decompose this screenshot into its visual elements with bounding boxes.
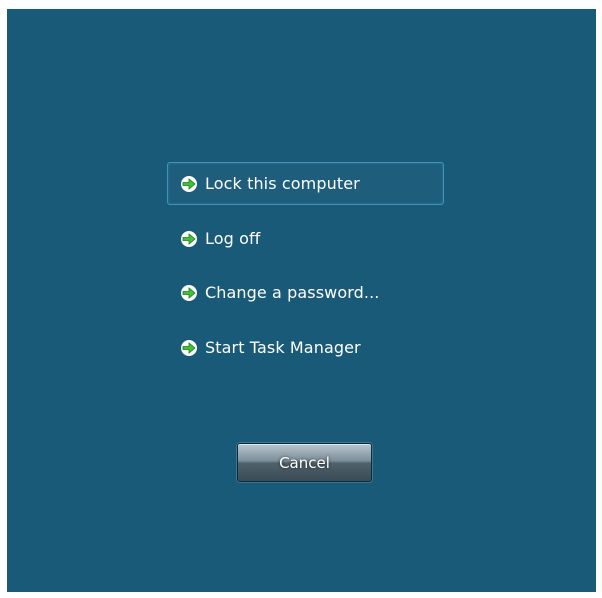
option-lock-this-computer[interactable]: Lock this computer	[167, 162, 444, 205]
option-label: Log off	[205, 229, 261, 248]
option-label: Change a password...	[205, 283, 380, 302]
green-arrow-icon	[180, 230, 198, 248]
green-arrow-icon	[180, 339, 198, 357]
option-label: Start Task Manager	[205, 338, 361, 357]
cancel-button[interactable]: Cancel	[237, 443, 372, 482]
option-start-task-manager[interactable]: Start Task Manager	[167, 326, 444, 369]
option-log-off[interactable]: Log off	[167, 217, 444, 260]
green-arrow-icon	[180, 284, 198, 302]
security-options-screen: Lock this computer Log off Change a pass…	[7, 9, 596, 592]
green-arrow-icon	[180, 175, 198, 193]
option-label: Lock this computer	[205, 174, 360, 193]
option-change-a-password[interactable]: Change a password...	[167, 271, 444, 314]
